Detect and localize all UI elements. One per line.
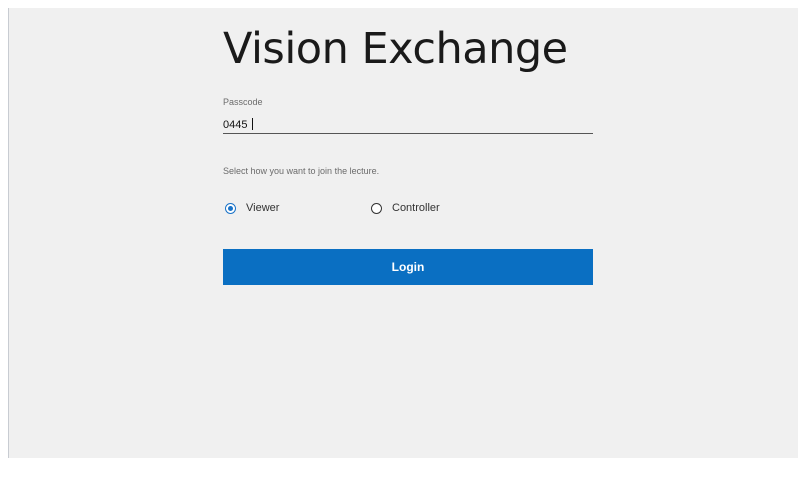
controller-radio-label: Controller: [392, 202, 440, 214]
login-button[interactable]: Login: [223, 249, 593, 285]
controller-radio-option[interactable]: Controller: [371, 203, 440, 214]
viewer-radio-button[interactable]: [225, 203, 236, 214]
viewer-radio-label: Viewer: [246, 202, 280, 214]
screen: Vision Exchange Passcode Select how you …: [0, 0, 798, 483]
passcode-label: Passcode: [223, 97, 263, 107]
app-panel: Vision Exchange Passcode Select how you …: [8, 8, 798, 458]
text-caret: [252, 118, 253, 130]
join-instruction: Select how you want to join the lecture.: [223, 166, 380, 176]
app-title: Vision Exchange: [223, 24, 568, 74]
viewer-radio-option[interactable]: Viewer: [225, 203, 279, 214]
controller-radio-button[interactable]: [371, 203, 382, 214]
passcode-input[interactable]: [223, 116, 593, 134]
